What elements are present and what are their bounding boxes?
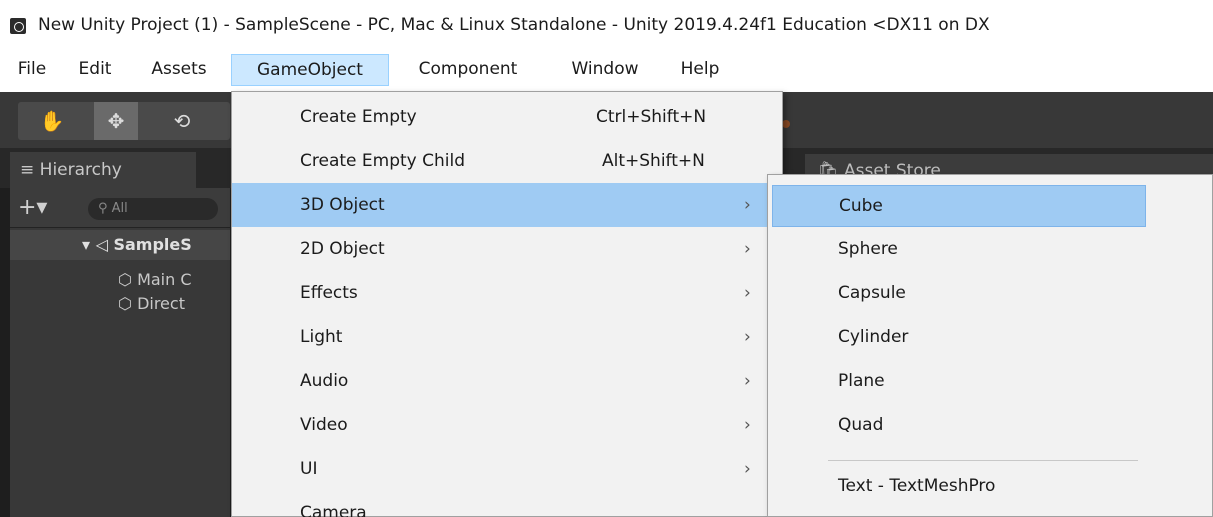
chevron-right-icon: › bbox=[744, 415, 751, 435]
unity-scene-icon: ▾ ◁ bbox=[82, 235, 114, 254]
gameobject-cube-icon: ⬡ bbox=[118, 294, 138, 313]
menu-component[interactable]: Component bbox=[398, 46, 538, 92]
menu-help[interactable]: Help bbox=[672, 46, 728, 92]
menu-item-label: Camera bbox=[300, 503, 367, 517]
menu-item-label: Light bbox=[300, 327, 343, 347]
menu-item-label: UI bbox=[300, 459, 318, 479]
menu-item-effects[interactable]: Effects › bbox=[232, 271, 782, 315]
menu-item-shortcut: Ctrl+Shift+N bbox=[596, 107, 707, 127]
menu-item-label: Capsule bbox=[838, 283, 906, 303]
tab-hierarchy[interactable]: ≡ Hierarchy bbox=[10, 152, 196, 188]
chevron-right-icon: › bbox=[744, 327, 751, 347]
window-title: New Unity Project (1) - SampleScene - PC… bbox=[38, 15, 990, 35]
hierarchy-toolbar: +▾ ⚲ All bbox=[10, 188, 230, 228]
hand-tool-icon[interactable]: ✋ bbox=[30, 102, 74, 140]
menu-item-create-empty-child[interactable]: Create Empty Child Alt+Shift+N bbox=[232, 139, 782, 183]
menu-item-label: Sphere bbox=[838, 239, 898, 259]
submenu-item-sphere[interactable]: Sphere bbox=[768, 227, 1212, 271]
menu-item-audio[interactable]: Audio › bbox=[232, 359, 782, 403]
scene-row[interactable]: ▾ ◁ SampleS bbox=[10, 230, 230, 260]
submenu-item-capsule[interactable]: Capsule bbox=[768, 271, 1212, 315]
chevron-right-icon: › bbox=[744, 283, 751, 303]
submenu-item-cylinder[interactable]: Cylinder bbox=[768, 315, 1212, 359]
chevron-right-icon: › bbox=[744, 239, 751, 259]
menu-item-label: Effects bbox=[300, 283, 358, 303]
menu-assets[interactable]: Assets bbox=[146, 46, 212, 92]
menu-file[interactable]: File bbox=[14, 46, 50, 92]
hierarchy-item-directional-light[interactable]: ⬡ Direct bbox=[10, 292, 230, 316]
submenu-3d-object: Cube Sphere Capsule Cylinder Plane Quad … bbox=[767, 174, 1213, 517]
menu-item-label: Text - TextMeshPro bbox=[838, 476, 996, 496]
menu-item-label: Audio bbox=[300, 371, 349, 391]
menu-item-shortcut: Alt+Shift+N bbox=[602, 151, 705, 171]
menu-item-3d-object[interactable]: 3D Object › bbox=[232, 183, 782, 227]
hierarchy-search-input[interactable]: ⚲ All bbox=[88, 198, 218, 220]
submenu-item-cube[interactable]: Cube bbox=[772, 185, 1146, 227]
hierarchy-panel: +▾ ⚲ All ▾ ◁ SampleS ⬡ Main C ⬡ Direct bbox=[10, 188, 230, 517]
menu-window[interactable]: Window bbox=[556, 46, 654, 92]
title-bar: New Unity Project (1) - SampleScene - PC… bbox=[0, 0, 1213, 46]
unity-logo-icon bbox=[10, 18, 26, 34]
menu-bar: File Edit Assets GameObject Component Wi… bbox=[0, 46, 1213, 92]
menu-item-label: Cylinder bbox=[838, 327, 909, 347]
hierarchy-item-label: Main C bbox=[137, 270, 192, 289]
chevron-right-icon: › bbox=[744, 459, 751, 479]
menu-item-2d-object[interactable]: 2D Object › bbox=[232, 227, 782, 271]
menu-item-label: Create Empty bbox=[300, 107, 417, 127]
hierarchy-list-icon: ≡ bbox=[20, 160, 35, 180]
submenu-item-text-textmeshpro[interactable]: Text - TextMeshPro bbox=[768, 464, 1212, 508]
hierarchy-item-label: Direct bbox=[137, 294, 185, 313]
menu-item-label: 2D Object bbox=[300, 239, 385, 259]
submenu-item-quad[interactable]: Quad bbox=[768, 403, 1212, 447]
menu-item-ui[interactable]: UI › bbox=[232, 447, 782, 491]
transform-tools: ✋ ✥ ⟲ bbox=[18, 102, 230, 140]
gameobject-menu: Create Empty Ctrl+Shift+N Create Empty C… bbox=[231, 91, 783, 517]
menu-item-create-empty[interactable]: Create Empty Ctrl+Shift+N bbox=[232, 95, 782, 139]
collab-status-icon bbox=[782, 120, 790, 128]
submenu-item-plane[interactable]: Plane bbox=[768, 359, 1212, 403]
tab-hierarchy-label: Hierarchy bbox=[39, 160, 122, 180]
menu-item-label: Plane bbox=[838, 371, 885, 391]
menu-item-light[interactable]: Light › bbox=[232, 315, 782, 359]
search-icon: ⚲ bbox=[98, 201, 112, 216]
menu-item-camera[interactable]: Camera bbox=[232, 491, 782, 517]
scene-name: SampleS bbox=[113, 235, 192, 254]
hierarchy-item-main-camera[interactable]: ⬡ Main C bbox=[10, 268, 230, 292]
move-tool-icon[interactable]: ✥ bbox=[94, 102, 138, 140]
menu-item-label: 3D Object bbox=[300, 195, 385, 215]
menu-item-label: Create Empty Child bbox=[300, 151, 465, 171]
menu-gameobject[interactable]: GameObject bbox=[231, 54, 389, 86]
rotate-tool-icon[interactable]: ⟲ bbox=[160, 102, 204, 140]
search-placeholder: All bbox=[111, 201, 128, 216]
gameobject-cube-icon: ⬡ bbox=[118, 270, 138, 289]
chevron-right-icon: › bbox=[744, 195, 751, 215]
menu-item-label: Video bbox=[300, 415, 348, 435]
menu-item-label: Cube bbox=[839, 196, 883, 216]
menu-item-video[interactable]: Video › bbox=[232, 403, 782, 447]
add-object-button[interactable]: +▾ bbox=[18, 194, 47, 222]
chevron-right-icon: › bbox=[744, 371, 751, 391]
menu-item-label: Quad bbox=[838, 415, 884, 435]
menu-separator bbox=[828, 460, 1138, 461]
menu-edit[interactable]: Edit bbox=[76, 46, 114, 92]
